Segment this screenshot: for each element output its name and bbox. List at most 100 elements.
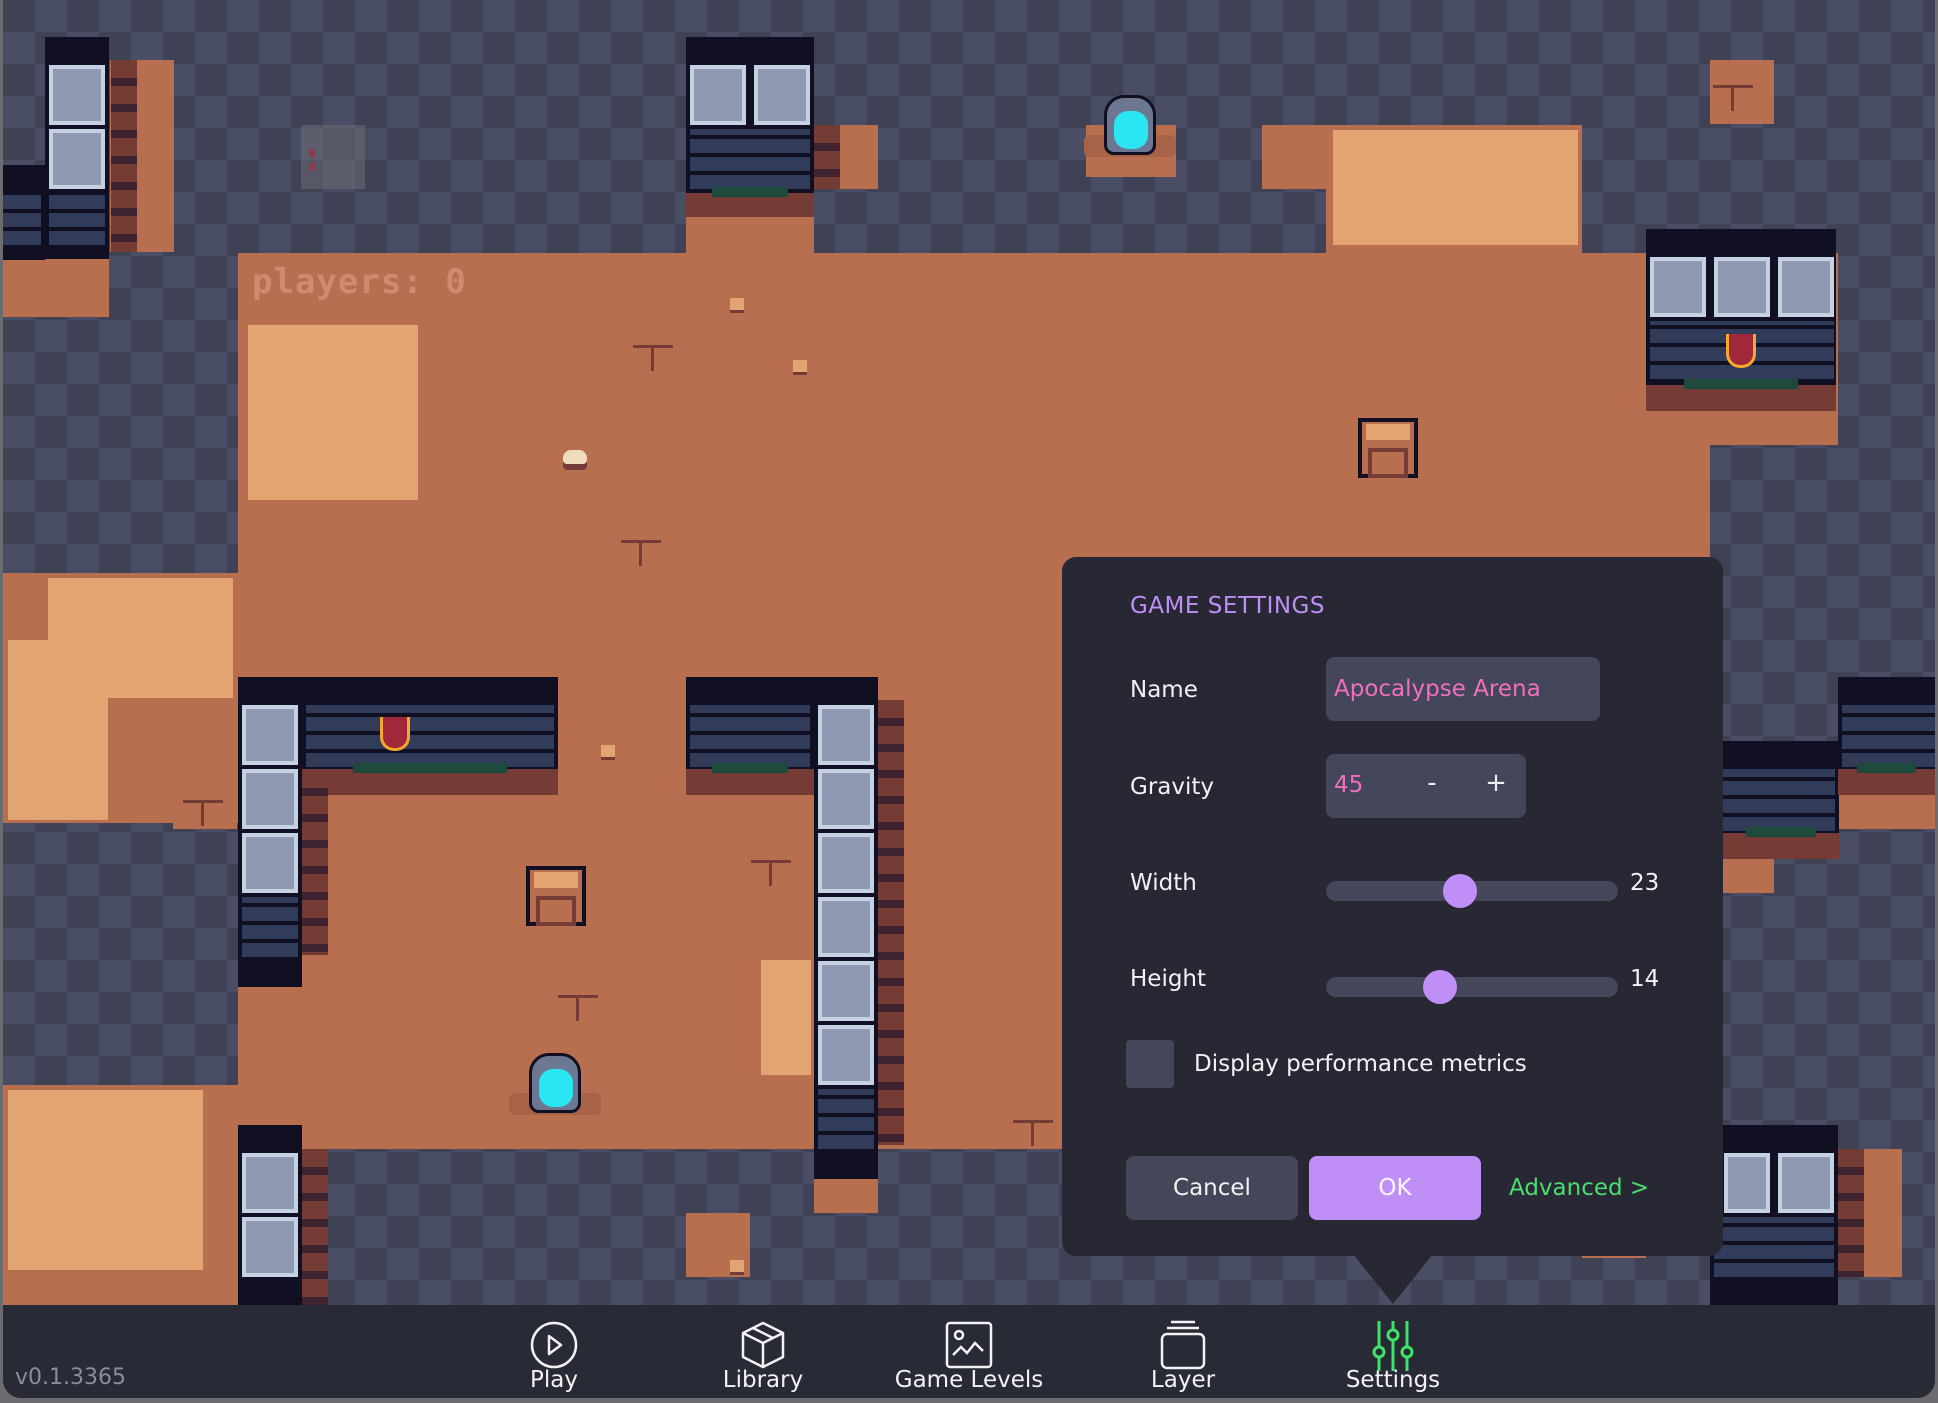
sand-patch — [8, 640, 108, 820]
stone-wall — [3, 165, 45, 260]
wall-roots — [686, 187, 814, 217]
stone-block — [1714, 257, 1770, 317]
width-label: Width — [1130, 870, 1197, 896]
height-slider[interactable] — [1326, 970, 1618, 1004]
brick-wall — [690, 129, 810, 189]
tab-game-levels[interactable]: Game Levels — [884, 1315, 1054, 1395]
stone-block — [242, 769, 298, 829]
treasure-chest[interactable] — [1358, 418, 1418, 478]
tab-layer[interactable]: Layer — [1098, 1315, 1268, 1395]
width-slider[interactable] — [1326, 874, 1618, 908]
gravity-increment-button[interactable]: + — [1482, 768, 1510, 798]
height-value: 14 — [1630, 966, 1660, 992]
name-input[interactable] — [1326, 657, 1600, 721]
performance-metrics-label: Display performance metrics — [1194, 1051, 1527, 1077]
brick-wall — [242, 897, 298, 957]
stone-wall — [686, 37, 814, 217]
tab-library[interactable]: Library — [678, 1315, 848, 1395]
bottom-toolbar: v0.1.3365 Play Library Game Levels Layer… — [3, 1305, 1935, 1398]
stone-wall — [1723, 741, 1839, 859]
brick-wall — [306, 705, 554, 767]
floor-crack — [1713, 75, 1753, 115]
stone-wall — [1710, 1125, 1838, 1305]
performance-metrics-checkbox[interactable] — [1126, 1040, 1174, 1088]
stone-block — [49, 129, 105, 189]
game-editor-app: players: 0 GAME SETTINGS Name Gravity 45… — [3, 0, 1935, 1398]
floor-crack — [751, 850, 791, 890]
play-circle-icon — [530, 1321, 578, 1369]
wall-roots — [686, 763, 814, 795]
dialog-title: GAME SETTINGS — [1130, 593, 1325, 619]
cube-icon — [741, 1321, 785, 1369]
hidden-object-tile[interactable] — [301, 125, 365, 189]
tab-library-label: Library — [722, 1367, 804, 1393]
stone-block — [818, 705, 874, 765]
stone-block — [242, 1153, 298, 1213]
sand-patch — [248, 325, 418, 500]
wall-edge — [302, 1149, 328, 1305]
wall-roots — [302, 763, 558, 795]
stone-block — [818, 897, 874, 957]
wall-edge — [302, 770, 328, 955]
spawn-portal[interactable] — [1084, 95, 1176, 159]
treasure-chest[interactable] — [526, 866, 586, 926]
stone-block — [242, 705, 298, 765]
players-count-label: players: 0 — [252, 262, 467, 302]
name-label: Name — [1130, 677, 1198, 703]
brick-wall — [3, 193, 41, 245]
advanced-link[interactable]: Advanced > — [1509, 1175, 1649, 1201]
spawn-portal[interactable] — [509, 1053, 601, 1117]
brick-wall — [690, 705, 810, 767]
tab-layer-label: Layer — [1150, 1367, 1216, 1393]
gravity-label: Gravity — [1130, 774, 1215, 800]
tab-game-levels-label: Game Levels — [894, 1367, 1044, 1393]
ok-button[interactable]: OK — [1309, 1156, 1481, 1220]
width-slider-thumb[interactable] — [1443, 874, 1478, 908]
wall-roots — [1646, 379, 1836, 411]
wall-edge — [1838, 1149, 1864, 1277]
gravity-decrement-button[interactable]: - — [1418, 768, 1446, 798]
stone-block — [1650, 257, 1706, 317]
brick-wall — [818, 1089, 874, 1149]
floor-crack — [558, 985, 598, 1025]
floor-crack — [621, 530, 661, 570]
stone-wall — [1838, 677, 1935, 795]
floor-crack — [1013, 1110, 1053, 1150]
floor-crack — [633, 335, 673, 375]
height-label: Height — [1130, 966, 1207, 992]
sand-patch — [8, 1090, 203, 1270]
wall-roots — [1838, 763, 1935, 795]
game-settings-dialog: GAME SETTINGS Name Gravity 45 - + Width … — [1062, 557, 1723, 1256]
layers-icon — [1160, 1320, 1206, 1370]
stone-block — [818, 833, 874, 893]
tab-settings[interactable]: Settings — [1308, 1315, 1478, 1395]
stone-wall — [1646, 229, 1836, 411]
skull-prop — [563, 450, 587, 470]
stone-block — [754, 65, 810, 125]
wall-edge — [814, 125, 840, 189]
floor-crack — [183, 790, 223, 830]
width-value: 23 — [1630, 870, 1660, 896]
stone-block — [1778, 257, 1834, 317]
tab-play[interactable]: Play — [469, 1315, 639, 1395]
wall-edge — [878, 700, 904, 1145]
stone-block — [49, 65, 105, 125]
stone-wall — [238, 1125, 302, 1305]
portal-core — [1114, 111, 1148, 149]
sand-patch — [1333, 130, 1578, 245]
gravity-stepper[interactable]: 45 - + — [1326, 754, 1526, 818]
sliders-icon — [1372, 1321, 1414, 1371]
stone-wall — [238, 677, 302, 987]
stone-block — [242, 833, 298, 893]
stone-block — [818, 769, 874, 829]
sand-patch — [761, 960, 811, 1075]
shield-banner — [380, 717, 410, 751]
brick-wall — [1842, 705, 1935, 767]
wall-roots — [1723, 827, 1839, 859]
dirt-floor — [1262, 125, 1326, 189]
gravity-value[interactable]: 45 — [1334, 772, 1363, 798]
wall-edge — [111, 60, 137, 252]
cancel-button[interactable]: Cancel — [1126, 1156, 1298, 1220]
height-slider-thumb[interactable] — [1422, 970, 1457, 1004]
dirt-floor — [3, 253, 109, 317]
